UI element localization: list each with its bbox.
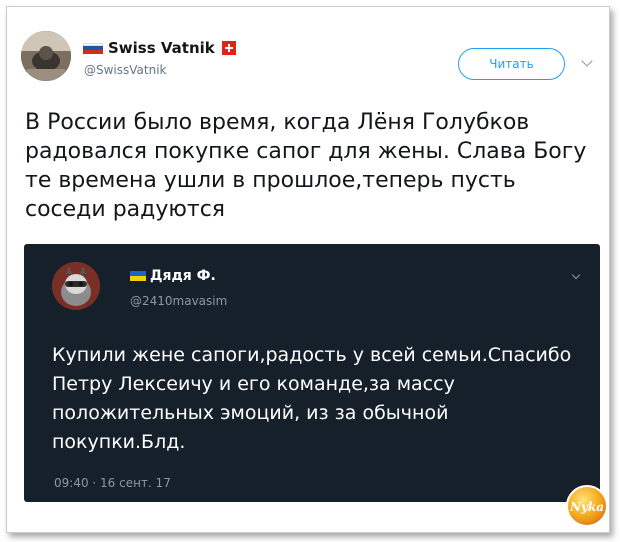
chevron-down-icon[interactable] (581, 55, 593, 67)
watermark-text: Nyka (569, 500, 604, 514)
quoted-tweet[interactable]: Дядя Ф. @2410mavasim Купили жене сапоги,… (24, 244, 600, 502)
quoted-user-handle[interactable]: @2410mavasim (130, 294, 227, 308)
quoted-tweet-text: Купили жене сапоги,радость у всей семьи.… (52, 344, 572, 453)
tweet-text: В России было время, когда Лёня Голубков… (25, 110, 587, 222)
follow-button[interactable]: Читать (458, 48, 565, 80)
quoted-display-name: Дядя Ф. (150, 268, 216, 284)
russia-flag-icon (83, 42, 103, 54)
watermark-logo: Nyka (565, 484, 609, 528)
avatar[interactable] (21, 31, 71, 81)
display-name-row[interactable]: Swiss Vatnik (83, 39, 236, 57)
user-handle[interactable]: @SwissVatnik (84, 63, 167, 77)
display-name: Swiss Vatnik (108, 39, 215, 57)
tweet-card: Swiss Vatnik @SwissVatnik Читать В Росси… (6, 6, 610, 533)
quoted-timestamp[interactable]: 09:40 · 16 сент. 17 (54, 476, 171, 490)
quoted-display-name-row[interactable]: Дядя Ф. (130, 268, 216, 284)
quoted-chevron-down-icon[interactable] (571, 270, 581, 280)
quoted-avatar[interactable] (52, 262, 100, 310)
swiss-flag-icon (221, 41, 236, 55)
ukraine-flag-icon (130, 271, 146, 281)
